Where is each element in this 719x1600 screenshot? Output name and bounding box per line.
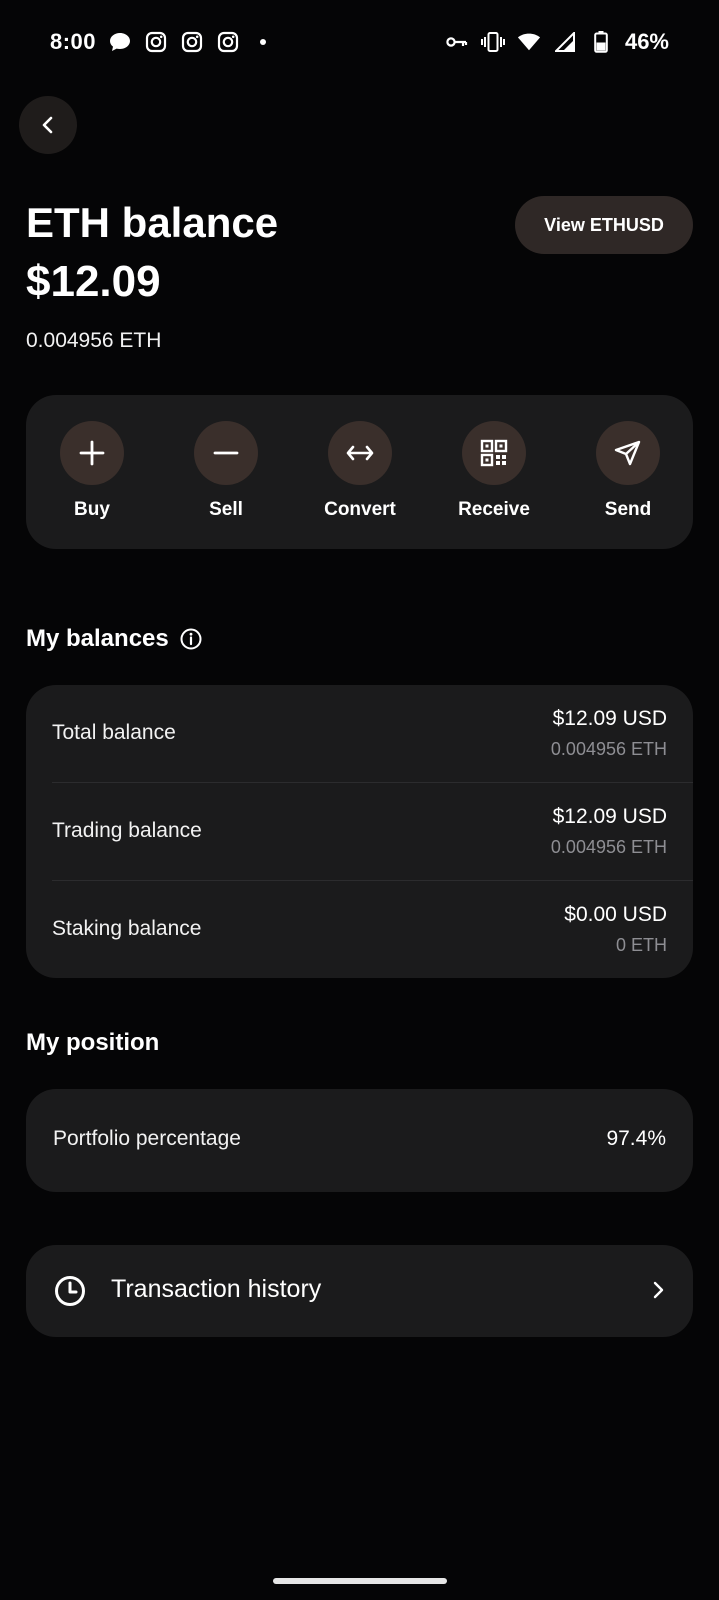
position-card: Portfolio percentage 97.4% xyxy=(26,1089,693,1192)
transaction-history-button[interactable]: Transaction history xyxy=(26,1245,693,1337)
send-label: Send xyxy=(604,499,652,520)
trading-balance-label: Trading balance xyxy=(52,819,202,842)
status-time: 8:00 xyxy=(50,29,97,54)
qr-code-icon xyxy=(480,439,508,467)
my-position-heading: My position xyxy=(26,1028,159,1058)
receive-circle xyxy=(462,421,526,485)
battery-percentage: 46% xyxy=(624,29,669,54)
back-button[interactable] xyxy=(19,96,77,154)
convert-circle xyxy=(328,421,392,485)
buy-circle xyxy=(60,421,124,485)
my-position-title: My position xyxy=(26,1029,160,1056)
balances-card: Total balance $12.09 USD 0.004956 ETH Tr… xyxy=(26,685,693,978)
portfolio-percentage-value: 97.4% xyxy=(606,1127,666,1150)
clock-icon xyxy=(55,1276,85,1306)
instagram-icon xyxy=(144,30,168,54)
send-circle xyxy=(596,421,660,485)
chat-bubble-icon xyxy=(108,30,132,54)
portfolio-percentage-label: Portfolio percentage xyxy=(53,1127,241,1150)
sell-label: Sell xyxy=(209,499,243,520)
actions-card: Buy Sell Convert Receive Send xyxy=(26,395,693,549)
minus-icon xyxy=(213,451,239,455)
instagram-icon xyxy=(216,30,240,54)
plus-icon xyxy=(79,440,105,466)
receive-label: Receive xyxy=(458,499,530,520)
buy-label: Buy xyxy=(74,499,110,520)
total-balance-usd: $12.09 USD xyxy=(552,707,667,730)
send-icon xyxy=(614,440,641,466)
transaction-history-label: Transaction history xyxy=(111,1275,322,1303)
chevron-left-icon xyxy=(42,116,53,134)
send-button[interactable]: Send xyxy=(573,421,683,521)
status-bar-right: 46% xyxy=(445,29,669,55)
signal-icon xyxy=(553,30,577,54)
view-pair-button[interactable]: View ETHUSD xyxy=(515,196,693,254)
convert-button[interactable]: Convert xyxy=(305,421,415,521)
crypto-balance: 0.004956 ETH xyxy=(26,329,162,352)
total-balance-eth: 0.004956 ETH xyxy=(550,739,667,759)
staking-balance-eth: 0 ETH xyxy=(615,935,667,955)
trading-balance-row: Trading balance $12.09 USD 0.004956 ETH xyxy=(26,783,693,880)
page-title: ETH balance xyxy=(26,199,279,246)
convert-label: Convert xyxy=(324,499,396,520)
dot-icon xyxy=(260,39,267,45)
my-balances-heading: My balances xyxy=(26,624,203,654)
vpn-key-icon xyxy=(445,30,469,54)
chevron-right-icon xyxy=(653,1281,664,1299)
wifi-icon xyxy=(517,30,541,54)
total-balance-row: Total balance $12.09 USD 0.004956 ETH xyxy=(26,685,693,782)
home-indicator[interactable] xyxy=(273,1578,447,1584)
trading-balance-usd: $12.09 USD xyxy=(552,805,667,828)
staking-balance-usd: $0.00 USD xyxy=(564,903,667,926)
arrows-horizontal-icon xyxy=(346,445,374,461)
status-bar: 8:00 46% xyxy=(0,0,719,84)
vibrate-icon xyxy=(480,30,505,54)
receive-button[interactable]: Receive xyxy=(439,421,549,521)
buy-button[interactable]: Buy xyxy=(37,421,147,521)
total-balance-label: Total balance xyxy=(52,721,176,744)
status-bar-left: 8:00 xyxy=(50,29,267,55)
staking-balance-label: Staking balance xyxy=(52,917,202,940)
eth-balance-screen: 8:00 46% ETH balance $12.09 0.004956 ETH… xyxy=(0,0,719,1600)
battery-icon xyxy=(589,30,613,54)
instagram-icon xyxy=(180,30,204,54)
my-balances-title: My balances xyxy=(26,625,169,652)
info-icon[interactable] xyxy=(179,627,203,651)
staking-balance-row: Staking balance $0.00 USD 0 ETH xyxy=(26,881,693,978)
trading-balance-eth: 0.004956 ETH xyxy=(550,837,667,857)
fiat-balance: $12.09 xyxy=(26,257,161,306)
sell-button[interactable]: Sell xyxy=(171,421,281,521)
sell-circle xyxy=(194,421,258,485)
